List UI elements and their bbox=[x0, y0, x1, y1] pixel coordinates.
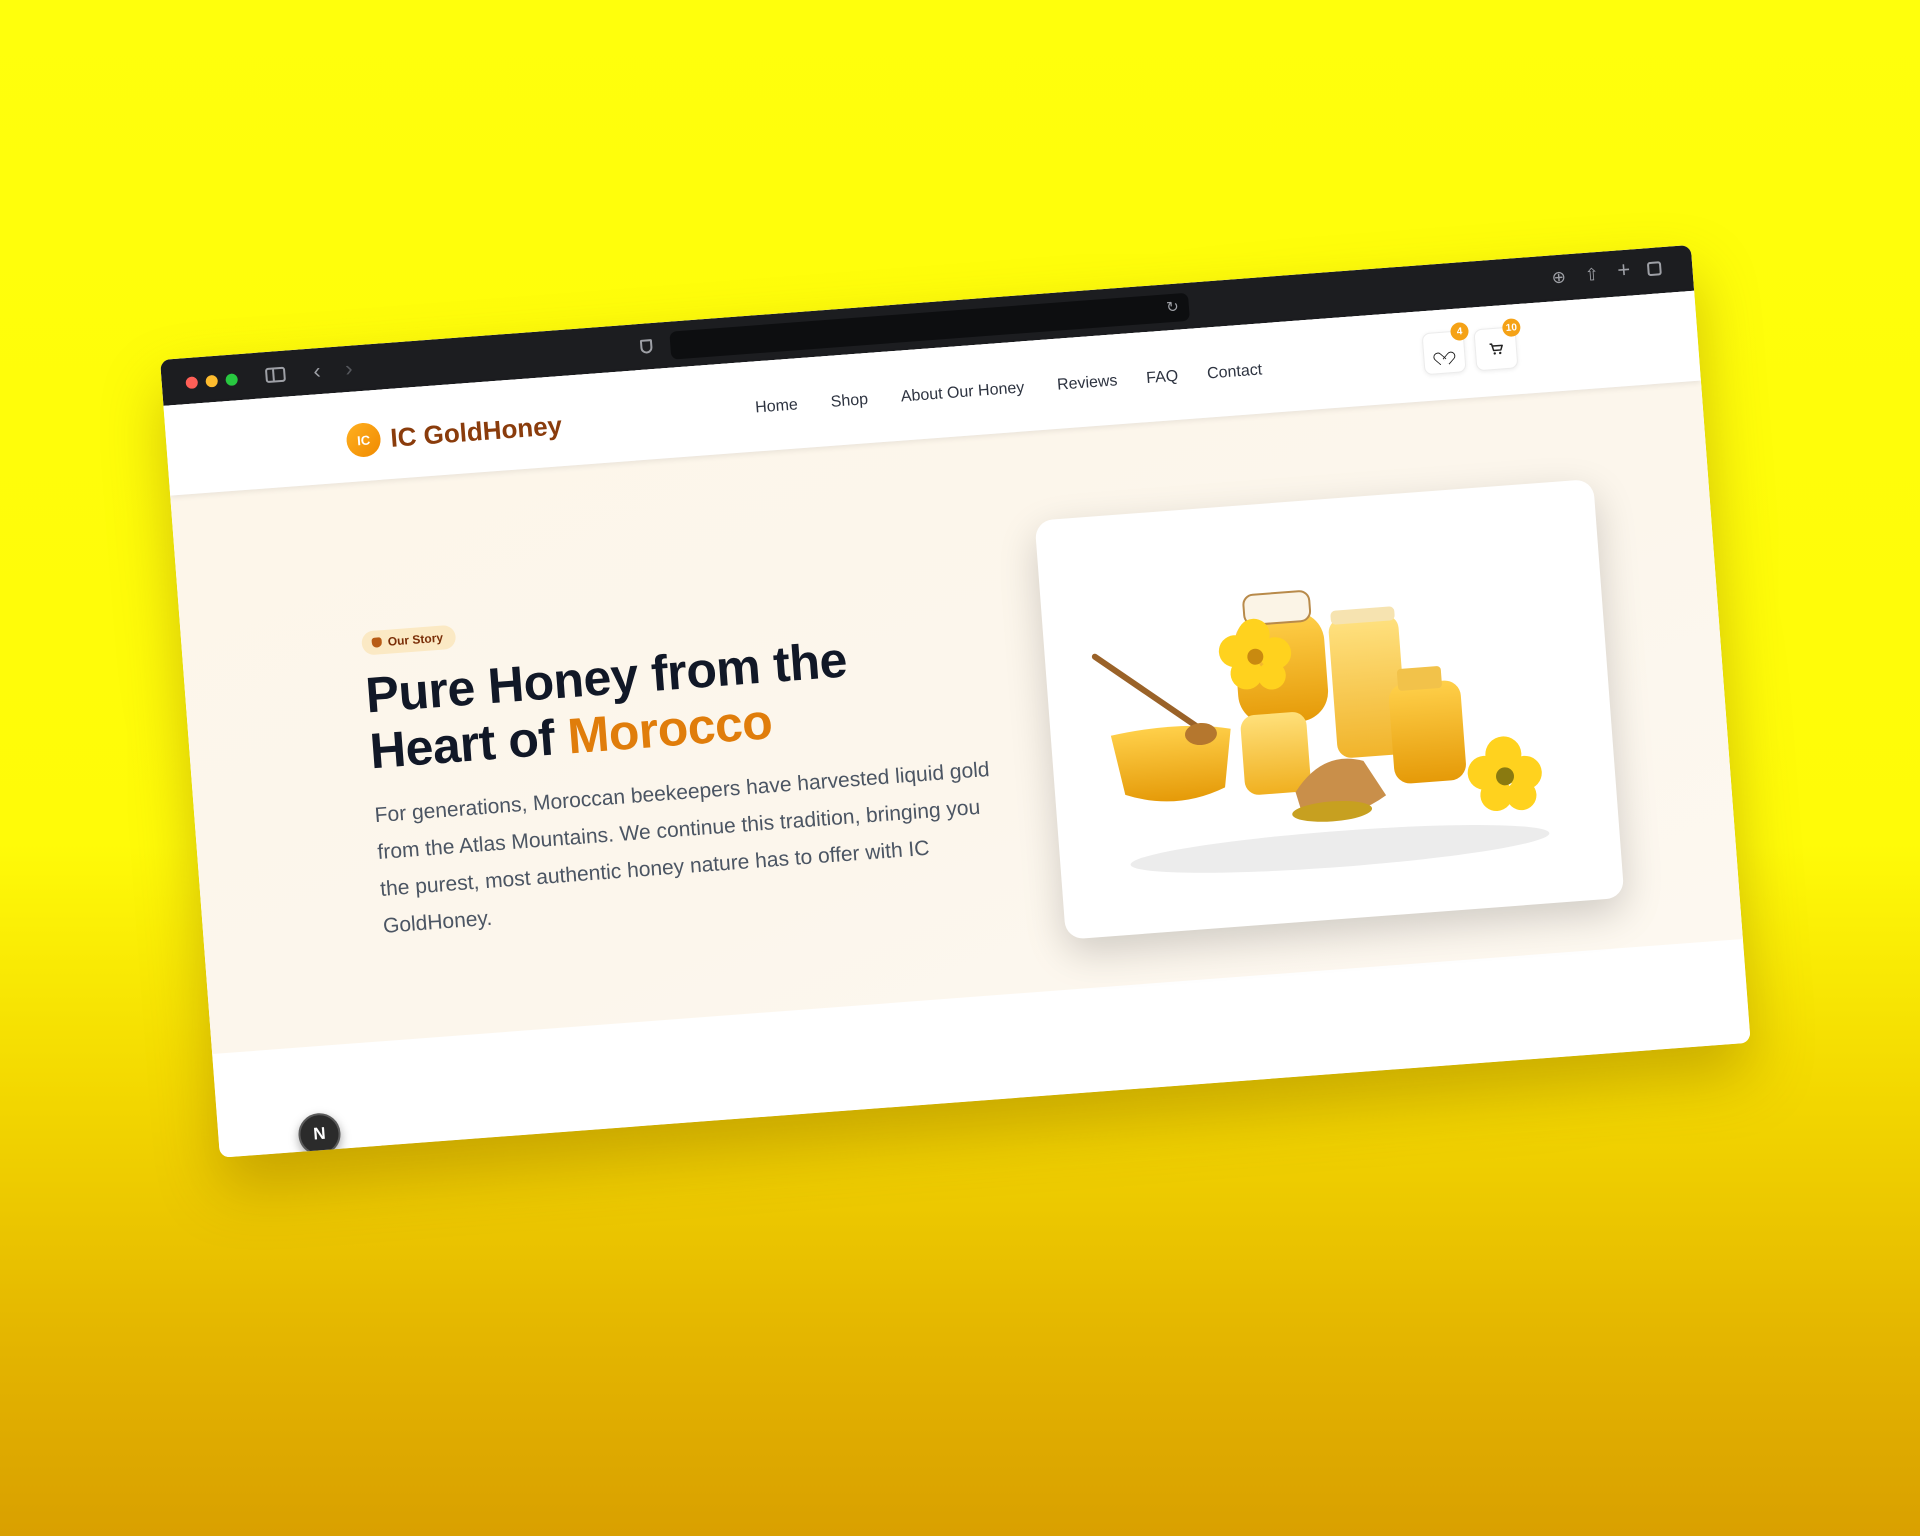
honey-jars-image bbox=[1091, 590, 1550, 873]
nav-contact[interactable]: Contact bbox=[1207, 361, 1263, 383]
story-badge-label: Our Story bbox=[387, 630, 444, 649]
logo-text: IC GoldHoney bbox=[389, 409, 564, 453]
wishlist-button[interactable]: 4 bbox=[1421, 321, 1470, 376]
nav-faq[interactable]: FAQ bbox=[1146, 368, 1179, 388]
back-icon[interactable]: ‹ bbox=[312, 358, 321, 383]
site-logo[interactable]: IC IC GoldHoney bbox=[345, 408, 564, 459]
maximize-window-button[interactable] bbox=[225, 373, 239, 387]
forward-icon[interactable]: › bbox=[344, 356, 353, 381]
nav-reviews[interactable]: Reviews bbox=[1056, 372, 1118, 394]
tabs-icon[interactable] bbox=[1646, 261, 1662, 277]
shield-icon[interactable] bbox=[639, 339, 653, 354]
cart-icon bbox=[1489, 343, 1503, 355]
wishlist-count-badge: 4 bbox=[1449, 321, 1470, 342]
web-page: IC IC GoldHoney Home Shop About Our Hone… bbox=[163, 290, 1751, 1158]
nav-about[interactable]: About Our Honey bbox=[900, 379, 1025, 406]
logo-badge: IC bbox=[345, 421, 382, 459]
new-tab-icon[interactable]: + bbox=[1616, 257, 1631, 283]
main-nav: Home Shop About Our Honey Reviews FAQ Co… bbox=[755, 359, 1296, 418]
cart-count-badge: 10 bbox=[1501, 317, 1522, 338]
hero-title: Pure Honey from the Heart of Morocco bbox=[364, 626, 931, 779]
hero-image-card bbox=[1034, 478, 1625, 940]
share-icon[interactable]: ⇧ bbox=[1584, 264, 1600, 287]
story-badge: Our Story bbox=[360, 624, 457, 656]
close-window-button[interactable] bbox=[185, 376, 199, 390]
reload-icon[interactable]: ↻ bbox=[1166, 297, 1180, 316]
sidebar-icon[interactable] bbox=[264, 366, 286, 384]
nav-home[interactable]: Home bbox=[755, 396, 799, 417]
hero-section: Our Story Pure Honey from the Heart of M… bbox=[170, 380, 1743, 1055]
cart-button[interactable]: 10 bbox=[1473, 317, 1522, 372]
heart-icon bbox=[1437, 345, 1452, 360]
nav-shop[interactable]: Shop bbox=[830, 391, 869, 412]
minimize-window-button[interactable] bbox=[205, 374, 219, 388]
download-icon[interactable]: ⊕ bbox=[1551, 266, 1567, 289]
hero-description: For generations, Moroccan beekeepers hav… bbox=[373, 757, 991, 938]
next-dev-badge[interactable]: N bbox=[296, 1111, 343, 1157]
honey-pot-icon bbox=[371, 637, 383, 648]
browser-window: ‹ › ↻ ⊕ ⇧ + IC IC GoldHoney Home Shop Ab… bbox=[160, 244, 1751, 1158]
